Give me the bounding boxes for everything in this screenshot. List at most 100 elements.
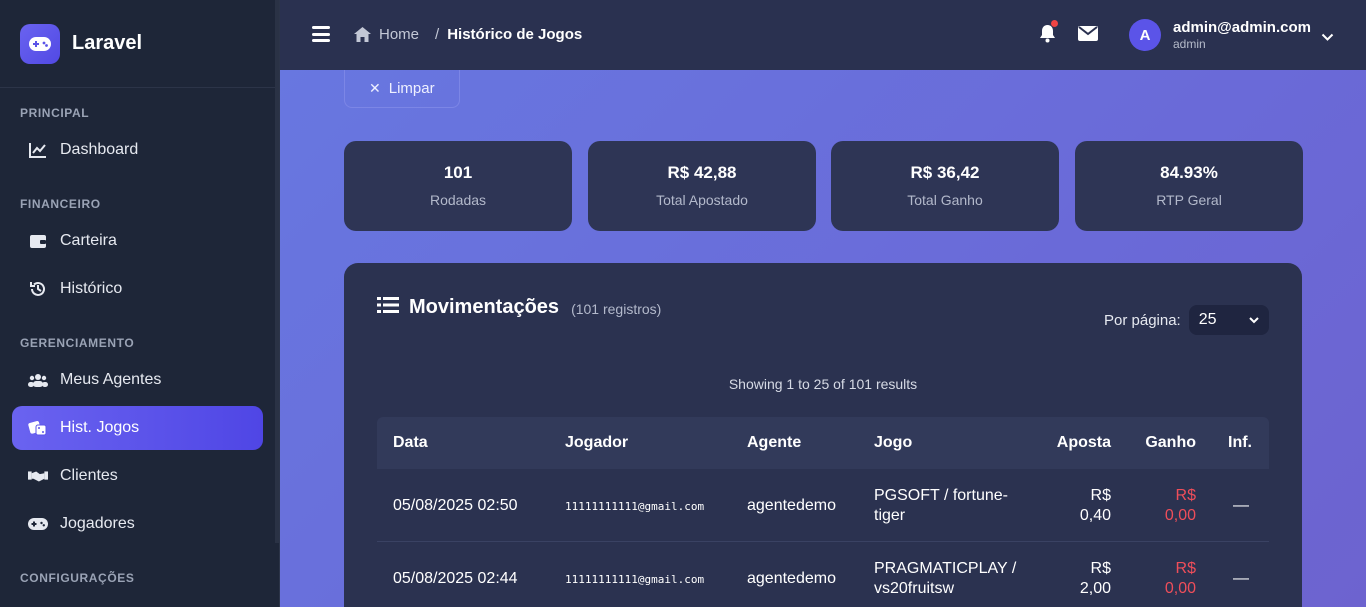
column-header-ganho[interactable]: Ganho: [1145, 434, 1196, 452]
stat-card-total-apostado: R$ 42,88 Total Apostado: [588, 141, 816, 231]
gamepad-logo-icon: [20, 23, 60, 64]
column-header-jogador[interactable]: Jogador: [565, 434, 628, 452]
sidebar: Laravel PRINCIPAL Dashboard FINANCEIRO C…: [0, 0, 280, 607]
stat-label: RTP Geral: [1156, 192, 1222, 208]
sidebar-item-clientes[interactable]: Clientes: [12, 454, 263, 498]
sidebar-item-meus-agentes[interactable]: Meus Agentes: [12, 358, 263, 402]
table-header: Data Jogador Agente Jogo Aposta Ganho In…: [377, 417, 1269, 469]
section-title-financeiro: FINANCEIRO: [20, 197, 101, 211]
bell-icon[interactable]: [1039, 24, 1056, 48]
cell-data: 05/08/2025 02:50: [393, 497, 518, 514]
breadcrumb-separator: /: [435, 26, 440, 43]
stat-card-total-ganho: R$ 36,42 Total Ganho: [831, 141, 1059, 231]
cell-jogo-line1: PGSOFT / fortune-: [874, 487, 1008, 504]
section-title-principal: PRINCIPAL: [20, 106, 90, 120]
user-email[interactable]: admin@admin.com: [1173, 19, 1311, 36]
stat-card-rodadas: 101 Rodadas: [344, 141, 572, 231]
wallet-icon: [28, 231, 48, 251]
movements-header: Movimentações (101 registros): [377, 296, 661, 319]
stat-card-rtp-geral: 84.93% RTP Geral: [1075, 141, 1303, 231]
sidebar-item-label: Jogadores: [60, 515, 135, 532]
cell-ganho-currency: R$: [1175, 560, 1196, 577]
chart-line-icon: [28, 140, 48, 160]
topbar: Home / Histórico de Jogos A admin@admin.…: [280, 0, 1366, 70]
clear-filters-label: Limpar: [388, 80, 435, 97]
sidebar-item-dashboard[interactable]: Dashboard: [12, 128, 263, 172]
column-header-data[interactable]: Data: [393, 434, 428, 452]
home-icon: [354, 27, 371, 42]
stat-label: Rodadas: [429, 192, 487, 208]
breadcrumb: Home / Histórico de Jogos: [354, 26, 582, 43]
cell-agente: agentedemo: [747, 497, 836, 514]
cell-data: 05/08/2025 02:44: [393, 570, 518, 587]
sidebar-item-historico[interactable]: Histórico: [12, 267, 263, 311]
user-role: admin: [1173, 37, 1206, 51]
stat-value: R$ 42,88: [667, 163, 737, 182]
per-page-control: Por página: 25: [1104, 305, 1269, 335]
clear-filters-button[interactable]: ✕ Limpar: [344, 70, 460, 108]
section-title-configuracoes: CONFIGURAÇÕES: [20, 571, 135, 585]
stat-value: 101: [443, 163, 473, 182]
brand-name: Laravel: [72, 32, 143, 54]
column-header-agente[interactable]: Agente: [747, 434, 801, 452]
column-header-inf[interactable]: Inf.: [1228, 434, 1252, 452]
cell-aposta-currency: R$: [1090, 487, 1111, 504]
cell-agente: agentedemo: [747, 570, 836, 587]
breadcrumb-home-label: Home: [379, 26, 420, 43]
list-icon: [377, 296, 399, 319]
stat-value: 84.93%: [1160, 163, 1218, 182]
cell-jogo-line1: PRAGMATICPLAY /: [874, 560, 1017, 577]
sidebar-item-label: Clientes: [60, 467, 118, 484]
breadcrumb-home[interactable]: Home: [354, 26, 419, 43]
stat-label: Total Ganho: [907, 192, 983, 208]
cell-jogador: 11111111111@gmail.com: [565, 573, 705, 586]
cell-jogo-line2: vs20fruitsw: [874, 580, 955, 597]
sidebar-item-label: Carteira: [60, 232, 117, 249]
column-header-jogo[interactable]: Jogo: [874, 434, 912, 452]
stat-label: Total Apostado: [656, 192, 748, 208]
per-page-label: Por página:: [1104, 311, 1181, 329]
section-title-gerenciamento: GERENCIAMENTO: [20, 336, 135, 350]
cell-inf: —: [1233, 570, 1249, 587]
sidebar-item-label: Meus Agentes: [60, 371, 162, 388]
cell-ganho-value: 0,00: [1164, 507, 1196, 524]
per-page-value: 25: [1198, 311, 1217, 328]
movements-table: Data Jogador Agente Jogo Aposta Ganho In…: [377, 417, 1269, 607]
per-page-select[interactable]: 25: [1188, 305, 1269, 335]
cell-aposta-currency: R$: [1090, 560, 1111, 577]
sidebar-item-jogadores[interactable]: Jogadores: [12, 502, 263, 546]
cell-jogador: 11111111111@gmail.com: [565, 500, 705, 513]
breadcrumb-current: Histórico de Jogos: [447, 26, 583, 43]
handshake-icon: [28, 466, 48, 486]
main-content: ✕ Limpar 101 Rodadas R$ 42,88 Total Apos…: [280, 70, 1366, 607]
chevron-down-icon: [1249, 311, 1259, 329]
notification-dot: [1051, 20, 1058, 27]
table-row[interactable]: 05/08/2025 02:50 11111111111@gmail.com a…: [377, 469, 1269, 542]
cell-ganho-currency: R$: [1175, 487, 1196, 504]
sidebar-item-carteira[interactable]: Carteira: [12, 219, 263, 263]
history-icon: [28, 279, 48, 299]
chevron-down-icon[interactable]: [1321, 29, 1334, 47]
stat-value: R$ 36,42: [910, 163, 980, 182]
close-icon: ✕: [369, 80, 381, 96]
pagination-summary: Showing 1 to 25 of 101 results: [728, 376, 918, 392]
brand[interactable]: Laravel: [0, 0, 279, 88]
dice-icon: [28, 418, 48, 438]
column-header-aposta[interactable]: Aposta: [1057, 434, 1111, 452]
cell-jogo-line2: tiger: [874, 507, 906, 524]
sidebar-item-hist-jogos[interactable]: Hist. Jogos: [12, 406, 263, 450]
users-icon: [28, 370, 48, 390]
menu-toggle-icon[interactable]: [312, 26, 330, 42]
cell-aposta-value: 0,40: [1079, 507, 1111, 524]
sidebar-item-label: Histórico: [60, 280, 123, 297]
gamepad-icon: [28, 514, 48, 534]
sidebar-item-label: Hist. Jogos: [60, 419, 140, 436]
cell-ganho-value: 0,00: [1164, 580, 1196, 597]
movements-card: Movimentações (101 registros) Por página…: [344, 263, 1302, 607]
mail-icon[interactable]: [1078, 26, 1098, 46]
movements-title: Movimentações: [409, 296, 560, 318]
avatar[interactable]: A: [1129, 19, 1161, 51]
table-row[interactable]: 05/08/2025 02:44 11111111111@gmail.com a…: [377, 542, 1269, 607]
cell-inf: —: [1233, 497, 1249, 514]
movements-count: (101 registros): [571, 301, 662, 317]
